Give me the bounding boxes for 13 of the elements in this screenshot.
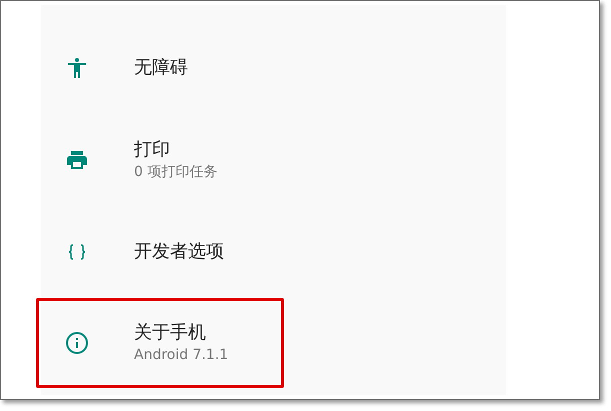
printer-icon: [65, 148, 89, 172]
setting-summary: 0 项打印任务: [134, 163, 218, 182]
highlighted-setting-row[interactable]: 关于手机 Android 7.1.1: [36, 298, 284, 388]
info-icon: [65, 331, 89, 355]
setting-title: 打印: [134, 138, 171, 162]
accessibility-icon: [65, 56, 89, 80]
setting-summary: Android 7.1.1: [134, 346, 228, 365]
setting-row[interactable]: 开发者选项: [41, 206, 506, 298]
setting-title: 关于手机: [134, 321, 207, 345]
setting-row[interactable]: 无障碍: [41, 22, 506, 114]
setting-title: 开发者选项: [134, 240, 224, 264]
setting-title: 无障碍: [134, 56, 188, 80]
setting-row[interactable]: 打印 0 项打印任务: [41, 114, 506, 206]
